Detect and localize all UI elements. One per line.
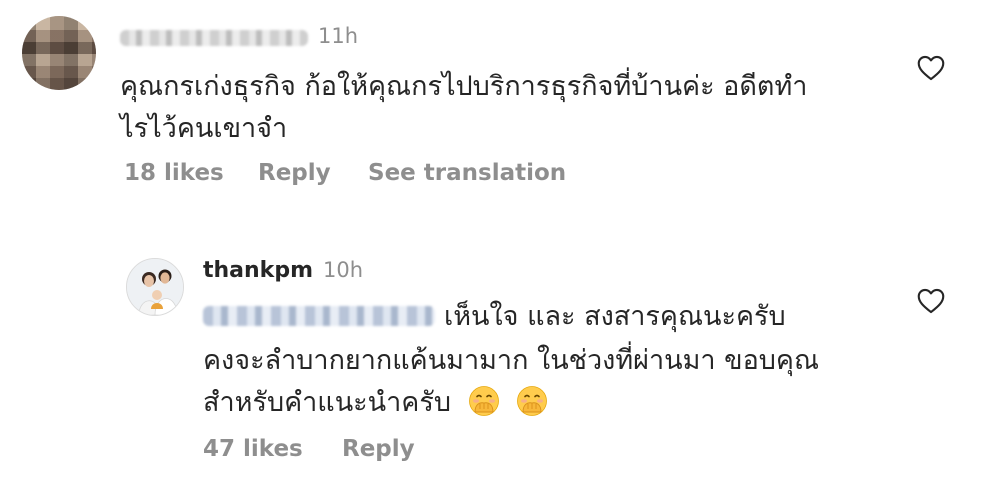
hand-over-mouth-emoji-icon xyxy=(517,386,548,416)
see-translation-button[interactable]: See translation xyxy=(368,160,566,186)
reply-likes-count[interactable]: 47 likes xyxy=(203,436,303,462)
reply-text-line-1: เห็นใจ และ สงสารคุณนะครับ xyxy=(444,301,786,332)
reply-text-line-2: คงจะลำบากยากแค้นมามาก ในช่วงที่ผ่านมา ขอ… xyxy=(203,345,820,376)
reply-text-line-3: สำหรับคำแนะนำครับ xyxy=(203,387,451,418)
reply-reply-button[interactable]: Reply xyxy=(342,436,415,462)
commenter-avatar[interactable] xyxy=(22,16,96,90)
reply-time: 10h xyxy=(323,258,364,282)
comment-text-line-2: ไรไว้คนเขาจำ xyxy=(120,113,288,144)
heart-icon[interactable] xyxy=(917,288,945,314)
heart-icon[interactable] xyxy=(917,55,945,81)
family-photo-icon xyxy=(127,259,183,315)
comment-time: 11h xyxy=(318,24,359,48)
likes-count[interactable]: 18 likes xyxy=(124,160,224,186)
comment-text-line-1: คุณกรเก่งธุรกิจ ก้อให้คุณกรไปบริการธุรกิ… xyxy=(120,71,808,102)
thankpm-avatar[interactable] xyxy=(126,258,184,316)
reply-text-line-3-wrap: สำหรับคำแนะนำครับ xyxy=(203,380,548,426)
blurred-username[interactable] xyxy=(120,30,308,46)
reply-username[interactable]: thankpm xyxy=(203,258,313,283)
hand-over-mouth-emoji-icon xyxy=(468,386,499,416)
mentioned-username[interactable] xyxy=(203,306,435,326)
reply-button[interactable]: Reply xyxy=(258,160,331,186)
